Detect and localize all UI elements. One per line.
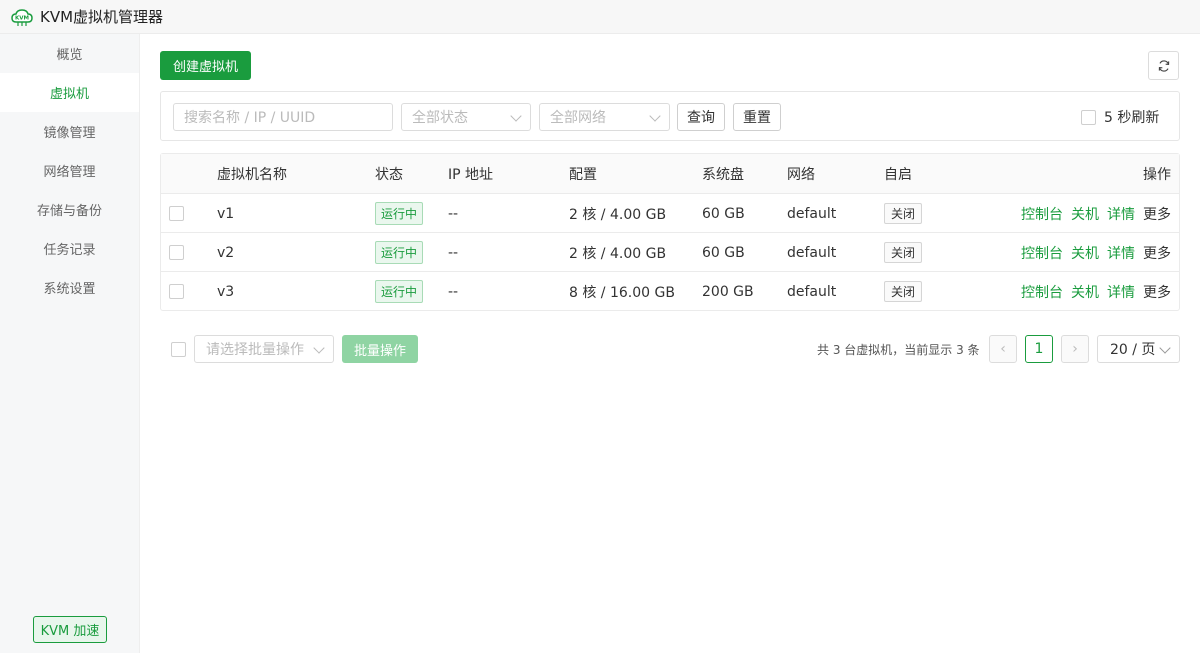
table-row: v1 运行中 -- 2 核 / 4.00 GB 60 GB default 关闭… bbox=[161, 193, 1179, 232]
prev-page-button[interactable]: ‹ bbox=[989, 335, 1017, 363]
batch-action-button[interactable]: 批量操作 bbox=[342, 335, 418, 363]
autostart-badge: 关闭 bbox=[884, 281, 923, 302]
sidebar-item-images[interactable]: 镜像管理 bbox=[0, 112, 139, 151]
vm-name: v3 bbox=[217, 283, 235, 300]
table-header: 虚拟机名称 状态 IP 地址 配置 系统盘 网络 自启 操作 bbox=[161, 154, 1179, 193]
shutdown-link[interactable]: 关机 bbox=[1071, 243, 1099, 263]
vm-network: default bbox=[787, 283, 837, 300]
table-row: v2 运行中 -- 2 核 / 4.00 GB 60 GB default 关闭… bbox=[161, 232, 1179, 271]
vm-config: 8 核 / 16.00 GB bbox=[569, 284, 675, 301]
sidebar-item-network[interactable]: 网络管理 bbox=[0, 151, 139, 190]
kvm-logo-icon: KVM bbox=[11, 8, 33, 26]
autostart-badge: 关闭 bbox=[884, 242, 923, 263]
row-checkbox[interactable] bbox=[169, 206, 184, 221]
create-vm-button[interactable]: 创建虚拟机 bbox=[160, 51, 251, 80]
next-page-button[interactable]: › bbox=[1061, 335, 1089, 363]
select-all-checkbox[interactable] bbox=[171, 342, 186, 357]
vm-name: v2 bbox=[217, 244, 235, 261]
vm-ip: -- bbox=[448, 283, 459, 300]
more-link[interactable]: 更多 bbox=[1143, 243, 1171, 263]
chevron-left-icon: ‹ bbox=[1000, 341, 1006, 357]
chevron-down-icon bbox=[313, 342, 325, 354]
status-badge: 运行中 bbox=[375, 202, 424, 225]
batch-action-select[interactable]: 请选择批量操作 bbox=[194, 335, 334, 363]
kvm-accel-badge: KVM 加速 bbox=[33, 616, 107, 643]
batch-bar: 请选择批量操作 批量操作 共 3 台虚拟机，当前显示 3 条 ‹ 1 › 20 … bbox=[160, 335, 1180, 363]
console-link[interactable]: 控制台 bbox=[1021, 282, 1063, 302]
vm-ip: -- bbox=[448, 244, 459, 261]
console-link[interactable]: 控制台 bbox=[1021, 243, 1063, 263]
vm-network: default bbox=[787, 205, 837, 222]
details-link[interactable]: 详情 bbox=[1107, 204, 1135, 224]
svg-text:KVM: KVM bbox=[15, 15, 29, 21]
chevron-down-icon bbox=[510, 110, 522, 122]
sidebar-item-tasks[interactable]: 任务记录 bbox=[0, 229, 139, 268]
row-checkbox[interactable] bbox=[169, 284, 184, 299]
main-content: 创建虚拟机 搜索名称 / IP / UUID 全部状态 全部网络 查询 重置 5… bbox=[140, 34, 1200, 653]
sidebar-item-vms[interactable]: 虚拟机 bbox=[0, 73, 139, 112]
sidebar: 概览 虚拟机 镜像管理 网络管理 存储与备份 任务记录 系统设置 KVM 加速 bbox=[0, 34, 140, 653]
col-header-name: 虚拟机名称 bbox=[217, 166, 287, 183]
chevron-down-icon bbox=[649, 110, 661, 122]
filter-bar: 搜索名称 / IP / UUID 全部状态 全部网络 查询 重置 5 秒刷新 bbox=[160, 91, 1180, 141]
col-header-actions: 操作 bbox=[1143, 166, 1171, 183]
query-button[interactable]: 查询 bbox=[677, 103, 725, 131]
vm-config: 2 核 / 4.00 GB bbox=[569, 245, 667, 262]
more-link[interactable]: 更多 bbox=[1143, 282, 1171, 302]
vm-name: v1 bbox=[217, 205, 235, 222]
details-link[interactable]: 详情 bbox=[1107, 282, 1135, 302]
top-bar: KVM KVM虚拟机管理器 bbox=[0, 0, 1200, 34]
status-badge: 运行中 bbox=[375, 280, 424, 303]
shutdown-link[interactable]: 关机 bbox=[1071, 204, 1099, 224]
refresh-button[interactable] bbox=[1148, 51, 1179, 80]
search-input[interactable]: 搜索名称 / IP / UUID bbox=[173, 103, 393, 131]
total-count-text: 共 3 台虚拟机，当前显示 3 条 bbox=[817, 342, 980, 357]
vm-disk: 60 GB bbox=[702, 205, 745, 222]
vm-disk: 60 GB bbox=[702, 244, 745, 261]
app-title: KVM虚拟机管理器 bbox=[40, 8, 164, 26]
sidebar-item-storage[interactable]: 存储与备份 bbox=[0, 190, 139, 229]
vm-ip: -- bbox=[448, 205, 459, 222]
col-header-config: 配置 bbox=[569, 166, 597, 183]
batch-select-placeholder: 请选择批量操作 bbox=[206, 342, 304, 358]
console-link[interactable]: 控制台 bbox=[1021, 204, 1063, 224]
more-link[interactable]: 更多 bbox=[1143, 204, 1171, 224]
col-header-network: 网络 bbox=[787, 166, 815, 183]
page-size-select[interactable]: 20 / 页 bbox=[1097, 335, 1180, 363]
network-select-placeholder: 全部网络 bbox=[550, 110, 606, 126]
network-select[interactable]: 全部网络 bbox=[539, 103, 670, 131]
status-select-placeholder: 全部状态 bbox=[412, 110, 468, 126]
status-badge: 运行中 bbox=[375, 241, 424, 264]
col-header-ip: IP 地址 bbox=[448, 166, 494, 183]
sidebar-item-settings[interactable]: 系统设置 bbox=[0, 268, 139, 307]
col-header-disk: 系统盘 bbox=[702, 166, 744, 183]
vm-network: default bbox=[787, 244, 837, 261]
refresh-icon bbox=[1158, 59, 1169, 72]
reset-button[interactable]: 重置 bbox=[733, 103, 781, 131]
vm-disk: 200 GB bbox=[702, 283, 754, 300]
row-checkbox[interactable] bbox=[169, 245, 184, 260]
sidebar-item-overview[interactable]: 概览 bbox=[0, 34, 139, 73]
table-row: v3 运行中 -- 8 核 / 16.00 GB 200 GB default … bbox=[161, 271, 1179, 310]
autostart-badge: 关闭 bbox=[884, 203, 923, 224]
vm-table: 虚拟机名称 状态 IP 地址 配置 系统盘 网络 自启 操作 v1 运行中 --… bbox=[160, 153, 1180, 311]
page-number-button[interactable]: 1 bbox=[1025, 335, 1053, 363]
col-header-autostart: 自启 bbox=[884, 166, 912, 183]
vm-config: 2 核 / 4.00 GB bbox=[569, 206, 667, 223]
page-size-value: 20 / 页 bbox=[1110, 342, 1156, 358]
col-header-status: 状态 bbox=[375, 166, 403, 183]
auto-refresh-checkbox[interactable] bbox=[1081, 109, 1096, 125]
chevron-down-icon bbox=[1159, 342, 1171, 354]
details-link[interactable]: 详情 bbox=[1107, 243, 1135, 263]
search-placeholder: 搜索名称 / IP / UUID bbox=[184, 110, 316, 126]
chevron-right-icon: › bbox=[1072, 341, 1078, 357]
shutdown-link[interactable]: 关机 bbox=[1071, 282, 1099, 302]
status-select[interactable]: 全部状态 bbox=[401, 103, 531, 131]
auto-refresh-label: 5 秒刷新 bbox=[1104, 110, 1160, 126]
auto-refresh-toggle[interactable]: 5 秒刷新 bbox=[1081, 107, 1159, 127]
